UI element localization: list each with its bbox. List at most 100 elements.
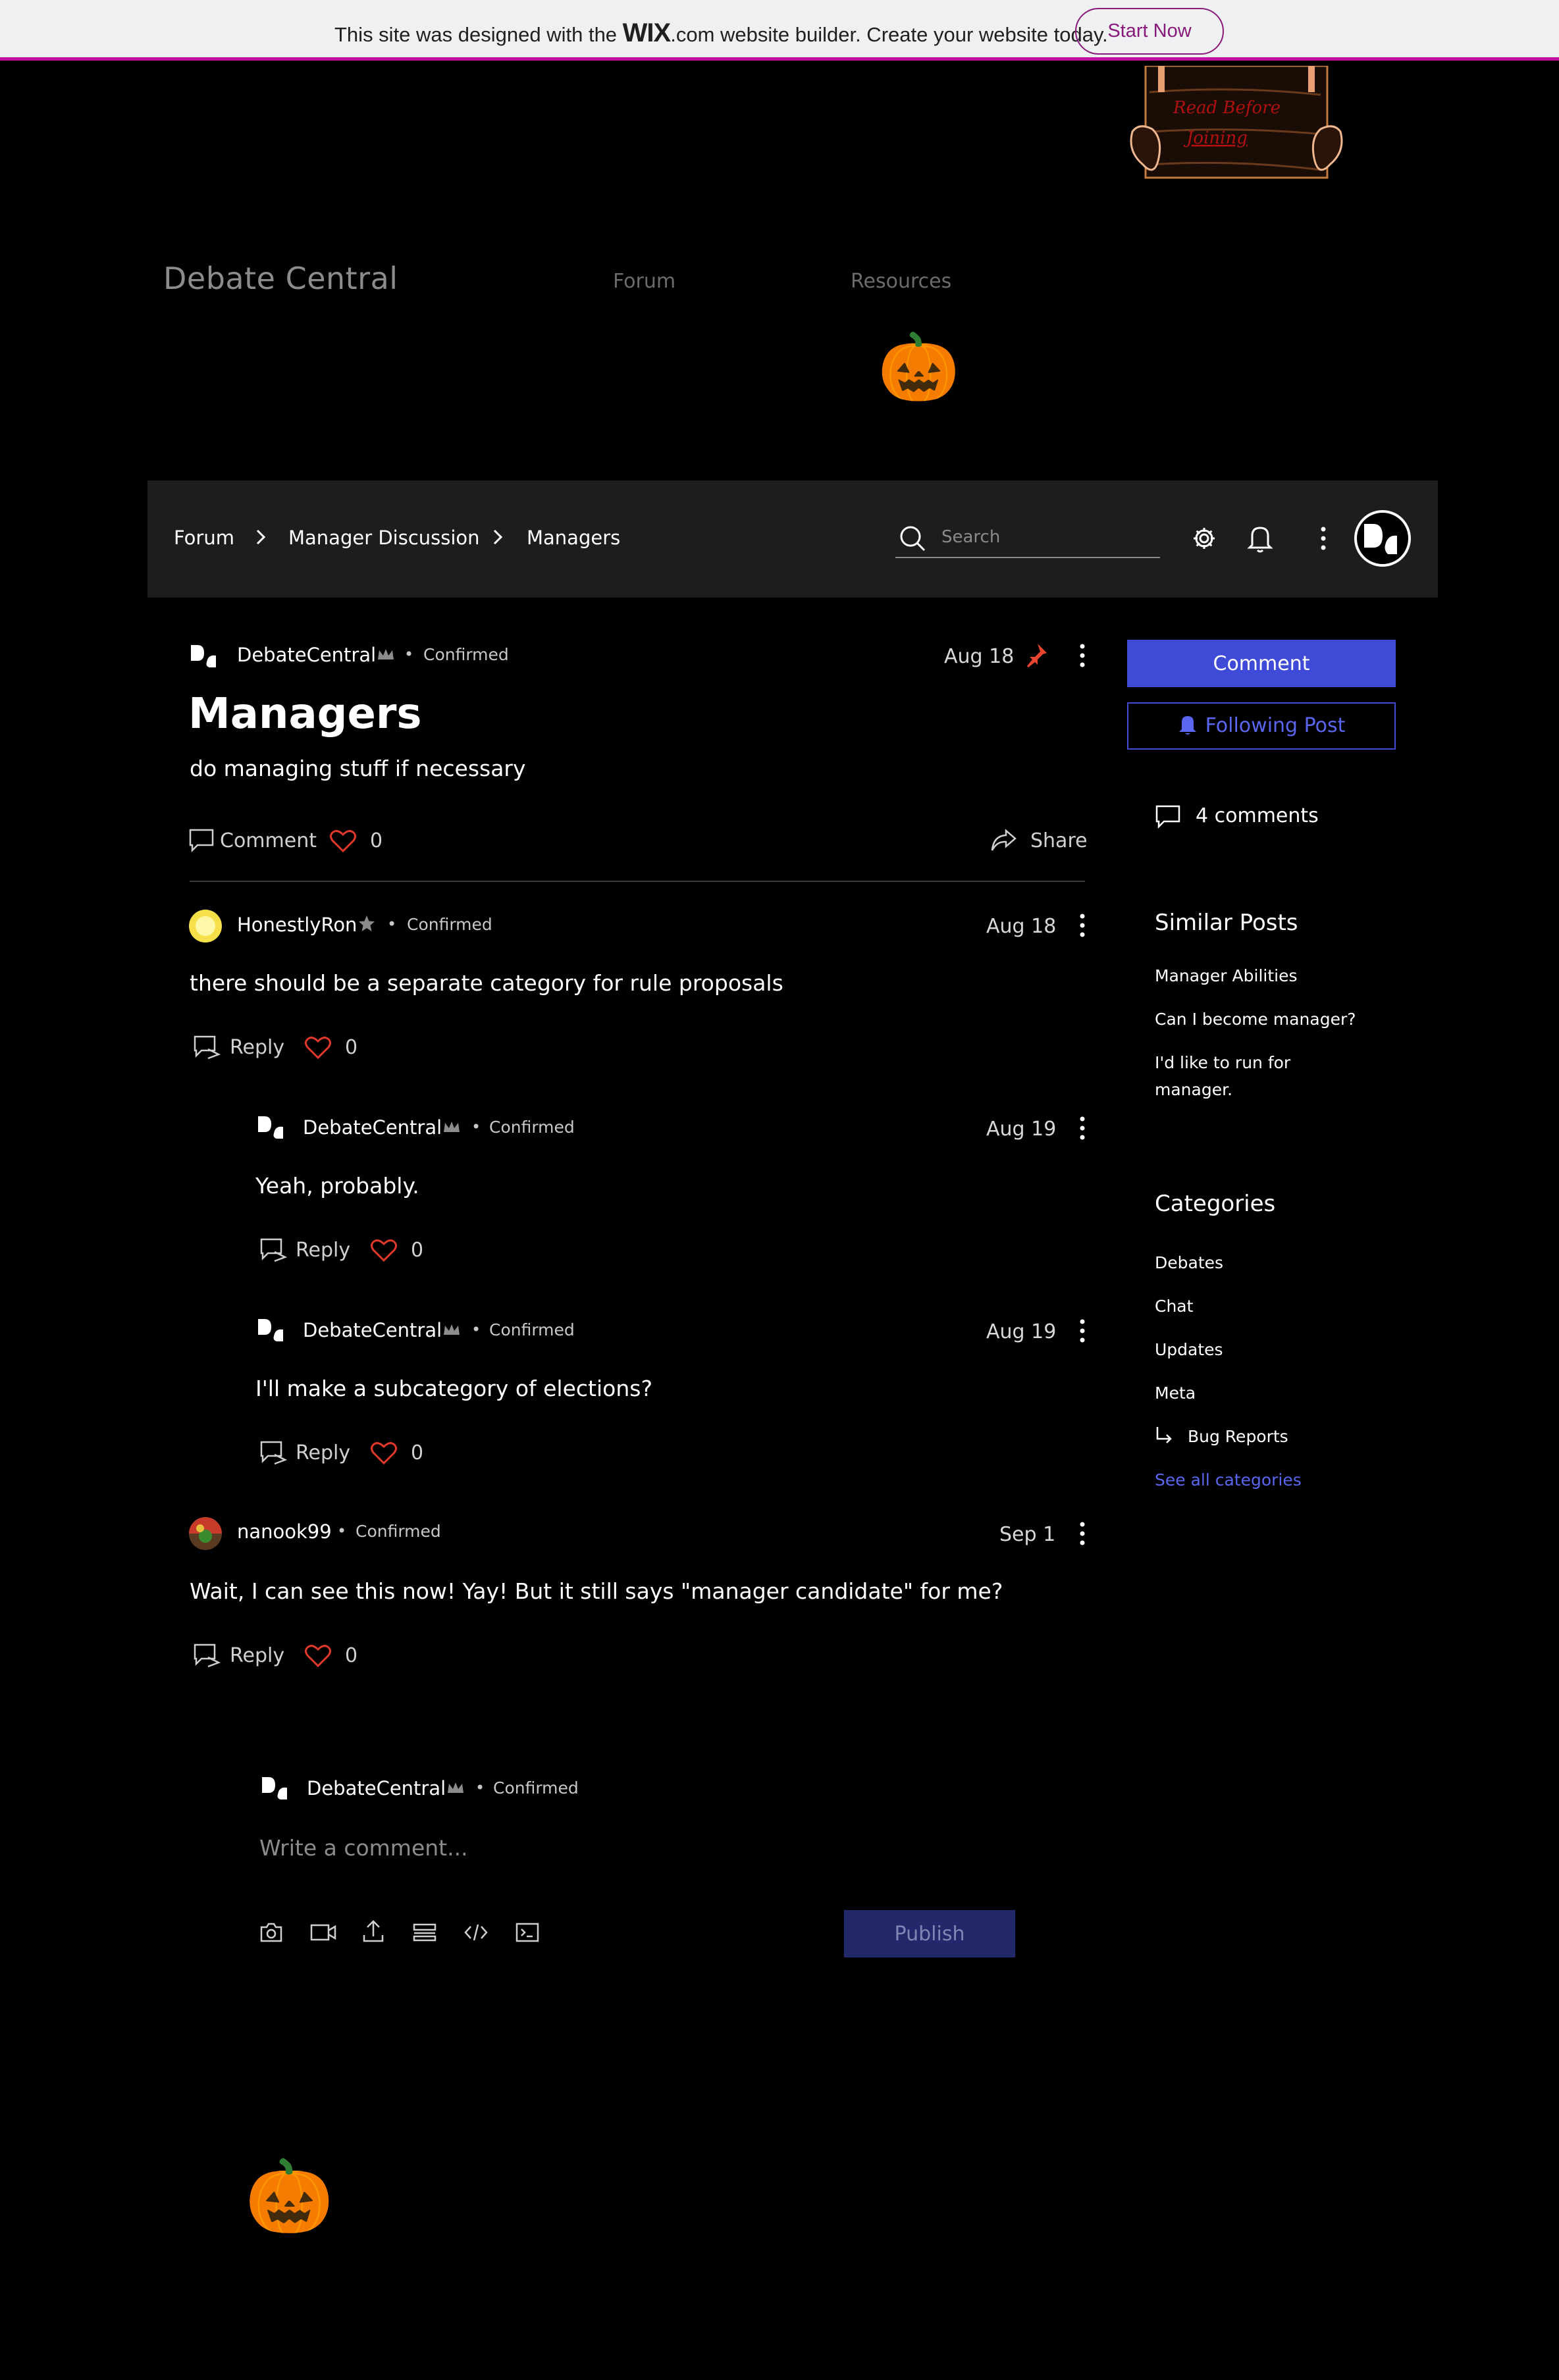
breadcrumb-forum[interactable]: Forum	[174, 527, 234, 549]
search-input[interactable]	[941, 524, 1152, 550]
category-link-debates[interactable]: Debates	[1155, 1253, 1223, 1272]
comment-author[interactable]: nanook99	[237, 1520, 332, 1543]
nav-resources[interactable]: Resources	[851, 270, 951, 293]
reply-author[interactable]: DebateCentral	[303, 1319, 442, 1341]
reply-date: Aug 19	[986, 1118, 1057, 1141]
categories-heading: Categories	[1155, 1191, 1276, 1217]
divider-icon[interactable]	[412, 1922, 437, 1943]
editor-status: Confirmed	[493, 1778, 579, 1798]
code-icon[interactable]	[463, 1922, 489, 1943]
upload-icon[interactable]	[362, 1919, 384, 1943]
avatar[interactable]	[1354, 509, 1412, 567]
divider	[190, 881, 1085, 882]
publish-button[interactable]: Publish	[844, 1910, 1015, 1957]
comment-status: Confirmed	[407, 915, 492, 934]
crown-icon	[442, 1323, 461, 1337]
similar-post-link[interactable]: I'd like to run for	[1155, 1053, 1290, 1072]
post-date: Aug 18	[944, 645, 1015, 668]
comment-author[interactable]: HonestlyRon	[237, 914, 357, 936]
more-vertical-icon[interactable]	[1074, 1115, 1090, 1141]
commenter-avatar[interactable]	[188, 1516, 223, 1551]
heart-icon[interactable]	[304, 1644, 332, 1668]
banner-text-start: This site was designed with the	[334, 23, 623, 46]
sidebar-comment-button[interactable]: Comment	[1127, 640, 1396, 687]
reply-button[interactable]: Reply	[230, 1036, 284, 1059]
comment-status: Confirmed	[356, 1522, 441, 1541]
reply-text: Yeah, probably.	[255, 1173, 419, 1199]
heart-icon[interactable]	[370, 1239, 398, 1262]
post-body: do managing stuff if necessary	[190, 756, 526, 781]
comment-icon	[1155, 804, 1181, 829]
following-post-label: Following Post	[1205, 714, 1346, 737]
pumpkin-decoration: 🎃	[878, 328, 960, 405]
post-author[interactable]: DebateCentral	[237, 644, 376, 666]
more-vertical-icon[interactable]	[1074, 642, 1090, 669]
comment-action-label[interactable]: Comment	[220, 829, 317, 852]
share-icon[interactable]	[990, 828, 1017, 853]
separator-dot: •	[387, 915, 397, 933]
chevron-right-icon	[254, 528, 267, 546]
reply-button[interactable]: Reply	[296, 1441, 350, 1464]
wix-logo: WIX	[622, 18, 672, 47]
nav-forum[interactable]: Forum	[613, 270, 675, 293]
bell-icon[interactable]	[1247, 524, 1273, 553]
more-vertical-icon[interactable]	[1074, 1520, 1090, 1547]
reply-like-count: 0	[411, 1239, 424, 1262]
comment-date: Sep 1	[999, 1523, 1056, 1546]
reply-icon[interactable]	[259, 1237, 288, 1262]
reply-icon[interactable]	[192, 1643, 221, 1668]
comment-text: Wait, I can see this now! Yay! But it st…	[190, 1578, 1003, 1604]
heart-icon[interactable]	[370, 1441, 398, 1465]
category-link-updates[interactable]: Updates	[1155, 1340, 1223, 1359]
reply-button[interactable]: Reply	[296, 1239, 350, 1262]
search-icon[interactable]	[898, 524, 927, 553]
camera-icon[interactable]	[259, 1922, 283, 1943]
site-title[interactable]: Debate Central	[163, 261, 398, 296]
comment-editor-input[interactable]: Write a comment...	[259, 1835, 468, 1861]
banner-text-end: .com website builder. Create your websit…	[670, 23, 1108, 46]
see-all-categories-link[interactable]: See all categories	[1155, 1470, 1302, 1489]
gear-icon[interactable]	[1191, 525, 1217, 552]
author-avatar[interactable]	[257, 1316, 287, 1343]
commenter-avatar[interactable]	[188, 909, 223, 943]
post-status: Confirmed	[423, 645, 509, 664]
star-icon	[358, 915, 375, 932]
breadcrumb-managers[interactable]: Managers	[527, 527, 620, 549]
category-link-chat[interactable]: Chat	[1155, 1297, 1193, 1316]
reply-author[interactable]: DebateCentral	[303, 1116, 442, 1139]
author-avatar[interactable]	[257, 1114, 287, 1140]
start-now-button[interactable]: Start Now	[1075, 8, 1224, 55]
similar-post-link[interactable]: Can I become manager?	[1155, 1010, 1356, 1029]
reply-icon[interactable]	[192, 1035, 221, 1060]
reply-status: Confirmed	[489, 1320, 575, 1339]
heart-icon[interactable]	[304, 1036, 332, 1060]
share-action-label[interactable]: Share	[1030, 829, 1088, 852]
category-link-meta[interactable]: Meta	[1155, 1384, 1196, 1403]
editor-author: DebateCentral	[307, 1777, 446, 1799]
breadcrumb-manager-discussion[interactable]: Manager Discussion	[288, 527, 480, 549]
similar-post-link-continued[interactable]: manager.	[1155, 1080, 1232, 1099]
pumpkin-decoration: 🎃	[245, 2156, 334, 2238]
similar-post-link[interactable]: Manager Abilities	[1155, 966, 1298, 985]
comment-icon[interactable]	[188, 828, 215, 853]
comment-date: Aug 18	[986, 915, 1057, 938]
comments-count: 4 comments	[1196, 804, 1319, 827]
heart-icon[interactable]	[329, 829, 357, 853]
reply-icon[interactable]	[259, 1440, 288, 1465]
reply-status: Confirmed	[489, 1118, 575, 1137]
crown-icon	[442, 1120, 461, 1135]
more-vertical-icon[interactable]	[1315, 524, 1331, 553]
svg-text:Joining: Joining	[1183, 128, 1248, 148]
code-block-icon[interactable]	[515, 1922, 540, 1943]
comment-like-count: 0	[345, 1036, 358, 1059]
more-vertical-icon[interactable]	[1074, 912, 1090, 939]
category-link-bug-reports[interactable]: Bug Reports	[1188, 1427, 1288, 1446]
following-post-button[interactable]: Following Post	[1127, 702, 1396, 750]
video-icon[interactable]	[309, 1922, 337, 1943]
post-like-count: 0	[370, 829, 383, 852]
reply-button[interactable]: Reply	[230, 1644, 284, 1667]
author-avatar	[261, 1774, 291, 1801]
author-avatar[interactable]	[190, 642, 220, 669]
more-vertical-icon[interactable]	[1074, 1318, 1090, 1344]
separator-dot: •	[471, 1320, 481, 1339]
